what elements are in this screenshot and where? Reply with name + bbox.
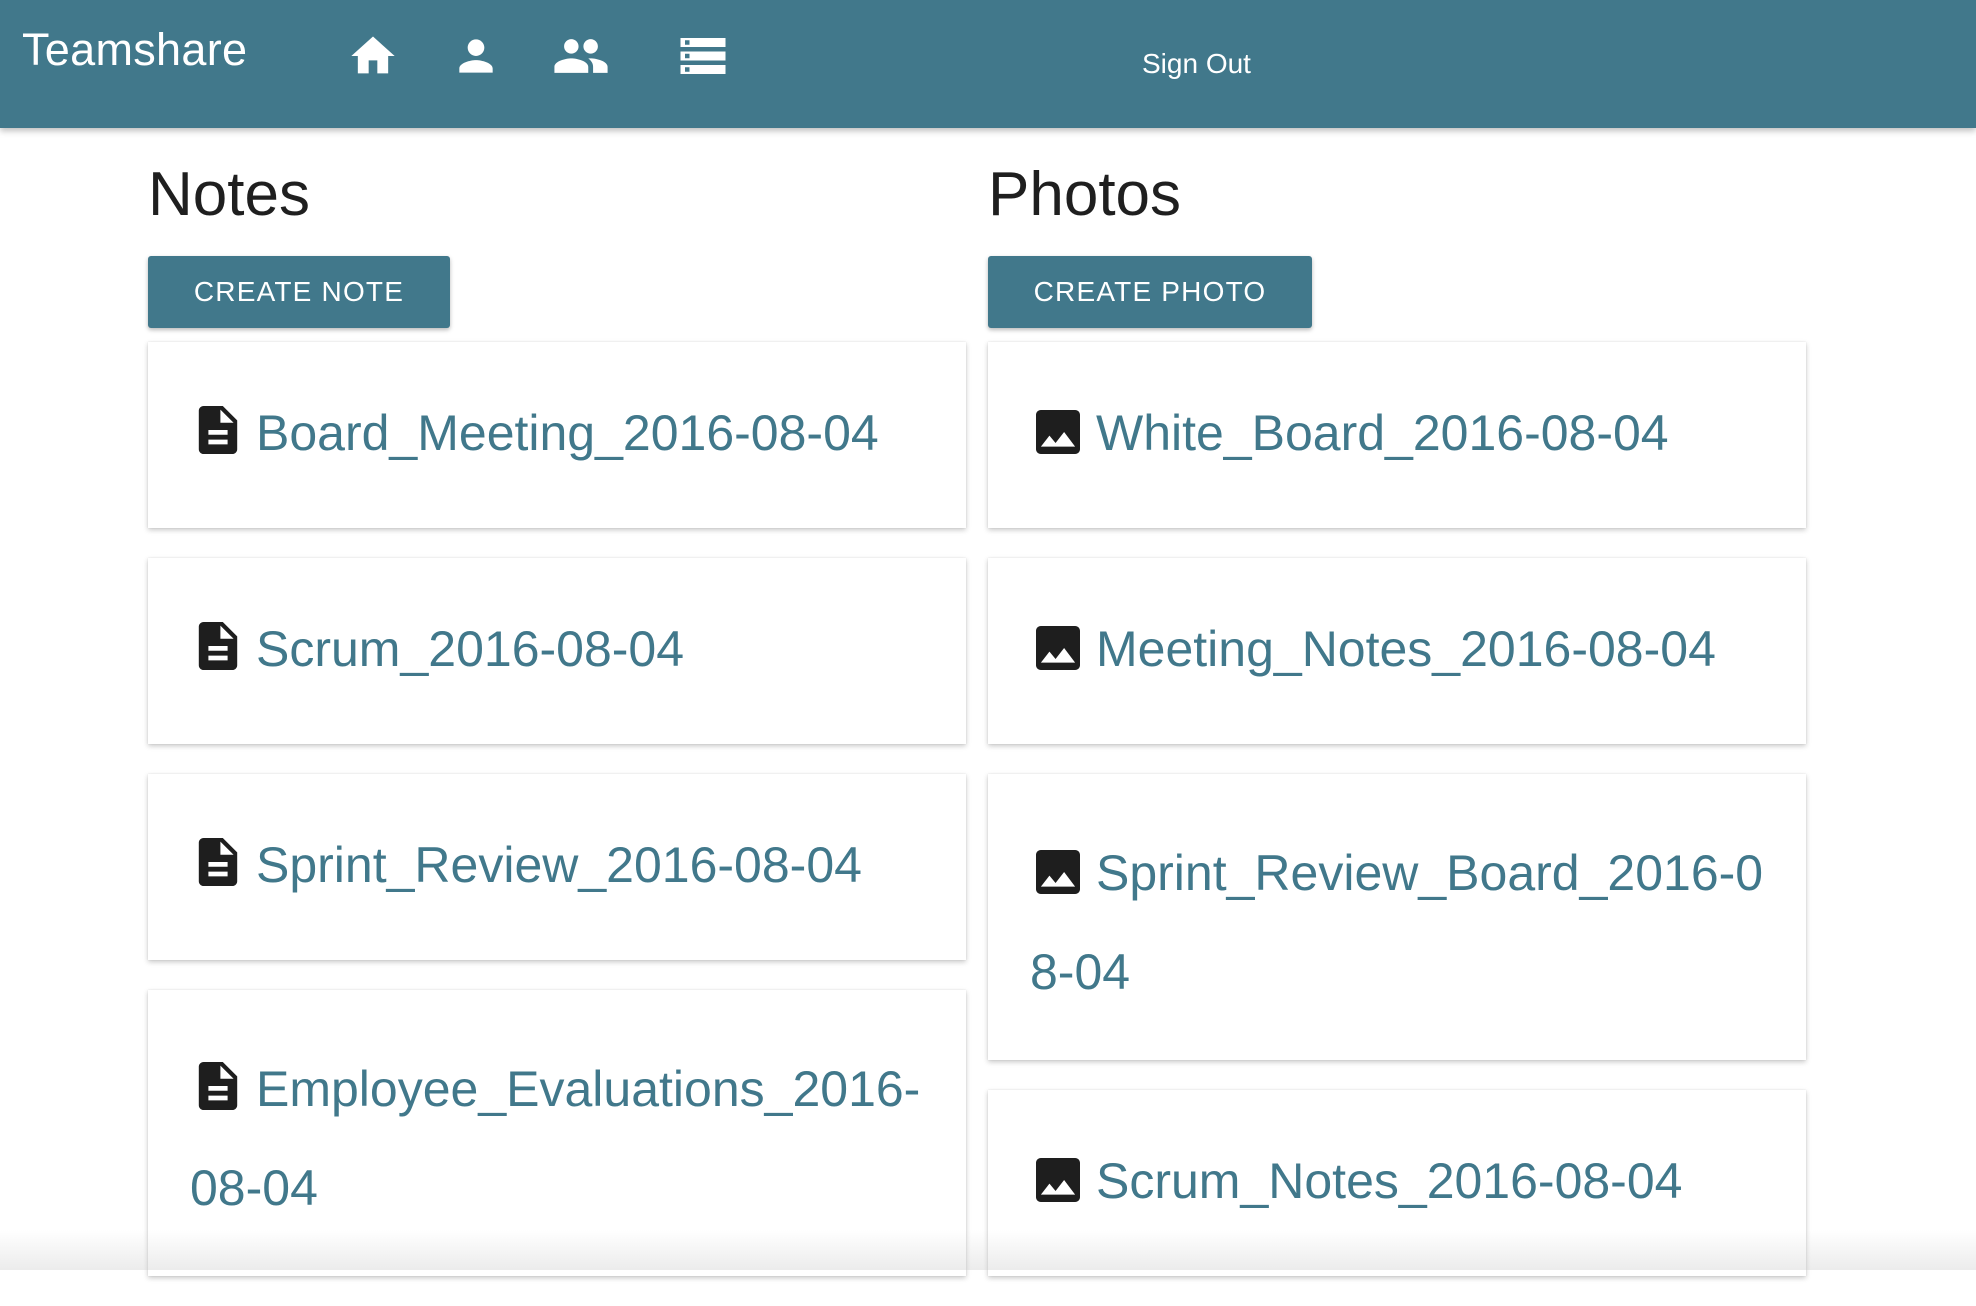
list-item[interactable]: Board_Meeting_2016-08-04 bbox=[148, 342, 966, 528]
brand-title[interactable]: Teamshare bbox=[22, 24, 247, 76]
list-item[interactable]: Employee_Evaluations_2016-08-04 bbox=[148, 990, 966, 1276]
document-icon bbox=[196, 600, 240, 706]
note-link[interactable]: Sprint_Review_2016-08-04 bbox=[256, 837, 862, 893]
note-link[interactable]: Employee_Evaluations_2016-08-04 bbox=[190, 1061, 920, 1216]
note-link[interactable]: Board_Meeting_2016-08-04 bbox=[256, 405, 879, 461]
notes-column: Notes CREATE NOTE Board_Meeting_2016-08-… bbox=[148, 150, 966, 1306]
list-item[interactable]: Sprint_Review_Board_2016-08-04 bbox=[988, 774, 1806, 1060]
list-icon[interactable] bbox=[673, 28, 733, 84]
photos-heading: Photos bbox=[988, 160, 1182, 229]
person-icon[interactable] bbox=[446, 28, 506, 84]
list-item[interactable]: Scrum_2016-08-04 bbox=[148, 558, 966, 744]
image-icon bbox=[1036, 384, 1080, 490]
list-item[interactable]: White_Board_2016-08-04 bbox=[988, 342, 1806, 528]
sign-out-link[interactable]: Sign Out bbox=[1142, 48, 1251, 80]
photo-link[interactable]: Sprint_Review_Board_2016-08-04 bbox=[1030, 845, 1763, 1000]
photos-list: White_Board_2016-08-04 Meeting_Notes_201… bbox=[988, 342, 1806, 1276]
home-icon[interactable] bbox=[343, 28, 403, 84]
list-item[interactable]: Meeting_Notes_2016-08-04 bbox=[988, 558, 1806, 744]
photo-link[interactable]: Scrum_Notes_2016-08-04 bbox=[1096, 1153, 1682, 1209]
image-icon bbox=[1036, 600, 1080, 706]
create-photo-button[interactable]: CREATE PHOTO bbox=[988, 256, 1312, 328]
list-item[interactable]: Scrum_Notes_2016-08-04 bbox=[988, 1090, 1806, 1276]
create-note-button[interactable]: CREATE NOTE bbox=[148, 256, 450, 328]
notes-heading: Notes bbox=[148, 160, 310, 229]
image-icon bbox=[1036, 830, 1080, 925]
photos-column: Photos CREATE PHOTO White_Board_2016-08-… bbox=[988, 150, 1806, 1306]
document-icon bbox=[196, 384, 240, 490]
note-link[interactable]: Scrum_2016-08-04 bbox=[256, 621, 684, 677]
group-icon[interactable] bbox=[551, 28, 611, 84]
top-app-bar: Teamshare Sign Out bbox=[0, 0, 1976, 128]
list-item[interactable]: Sprint_Review_2016-08-04 bbox=[148, 774, 966, 960]
document-icon bbox=[196, 816, 240, 922]
notes-list: Board_Meeting_2016-08-04 Scrum_2016-08-0… bbox=[148, 342, 966, 1276]
photo-link[interactable]: White_Board_2016-08-04 bbox=[1096, 405, 1669, 461]
image-icon bbox=[1036, 1132, 1080, 1238]
photo-link[interactable]: Meeting_Notes_2016-08-04 bbox=[1096, 621, 1716, 677]
document-icon bbox=[196, 1046, 240, 1141]
